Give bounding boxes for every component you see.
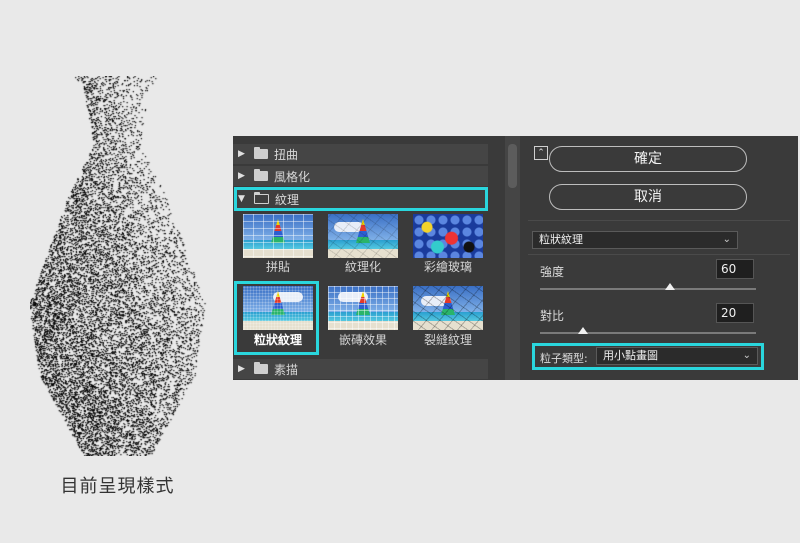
folder-label: 素描: [274, 362, 299, 377]
collapsed-triangle-icon: ▶: [238, 364, 245, 374]
collapse-gallery-icon[interactable]: ⌃: [534, 146, 548, 160]
filter-gallery-dialog: ▶ 扭曲 ▶ 風格化 ▼ 紋理 拼貼 紋理化 彩繪玻璃 粒狀紋理 嵌磚效果 裂縫…: [233, 136, 798, 380]
grain-type-dropdown[interactable]: 用小點畫圖 ⌄: [596, 347, 758, 365]
grain-type-value: 用小點畫圖: [603, 349, 658, 362]
cancel-button[interactable]: 取消: [549, 184, 747, 210]
filter-thumb-grain[interactable]: [243, 286, 313, 330]
folder-label: 紋理: [275, 192, 300, 207]
collapsed-triangle-icon: ▶: [238, 171, 245, 181]
grain-type-label: 粒子類型:: [540, 352, 588, 365]
chevron-down-icon: ⌄: [742, 350, 751, 361]
filter-list-scrollbar[interactable]: [505, 136, 520, 380]
folder-stylize[interactable]: ▶ 風格化: [233, 166, 488, 186]
filter-thumb-stained-glass[interactable]: [413, 214, 483, 258]
filter-thumb-craquelure[interactable]: [413, 286, 483, 330]
filter-label-grain[interactable]: 粒狀紋理: [236, 331, 320, 348]
ok-button[interactable]: 確定: [549, 146, 747, 172]
folder-sketch[interactable]: ▶ 素描: [233, 359, 488, 379]
folder-icon: [254, 169, 268, 181]
folder-distort[interactable]: ▶ 扭曲: [233, 144, 488, 164]
expanded-triangle-icon: ▼: [238, 194, 245, 204]
divider: [528, 254, 790, 255]
chevron-down-icon: ⌄: [722, 234, 731, 245]
intensity-input[interactable]: 60: [716, 259, 754, 279]
folder-icon: [254, 362, 268, 374]
contrast-input[interactable]: 20: [716, 303, 754, 323]
contrast-slider-thumb[interactable]: [578, 327, 589, 334]
divider: [528, 220, 790, 221]
folder-label: 扭曲: [274, 147, 299, 162]
contrast-slider-track[interactable]: [540, 327, 756, 334]
filter-label-texturizer[interactable]: 紋理化: [321, 258, 405, 275]
settings-pane: ⌃ 確定 取消 粒狀紋理 ⌄ 強度 60 對比 20 粒子類型: 用小點畫圖 ⌄: [520, 136, 798, 380]
folder-label: 風格化: [274, 169, 311, 184]
open-folder-icon: [254, 192, 269, 204]
filter-thumb-mosaic-tiles[interactable]: [328, 286, 398, 330]
filter-thumb-patchwork[interactable]: [243, 214, 313, 258]
filter-select-value: 粒狀紋理: [539, 233, 583, 246]
contrast-label: 對比: [540, 309, 565, 323]
filter-label-craquelure[interactable]: 裂縫紋理: [406, 331, 490, 348]
collapsed-triangle-icon: ▶: [238, 149, 245, 159]
intensity-slider-track[interactable]: [540, 283, 756, 290]
vase-stipple-canvas: [30, 76, 210, 456]
folder-icon: [254, 147, 268, 159]
filter-label-patchwork[interactable]: 拼貼: [236, 258, 320, 275]
folder-texture[interactable]: ▼ 紋理: [233, 189, 488, 209]
intensity-label: 強度: [540, 265, 565, 279]
filter-list-pane: ▶ 扭曲 ▶ 風格化 ▼ 紋理 拼貼 紋理化 彩繪玻璃 粒狀紋理 嵌磚效果 裂縫…: [233, 136, 505, 380]
filter-thumb-texturizer[interactable]: [328, 214, 398, 258]
filter-label-stained-glass[interactable]: 彩繪玻璃: [406, 258, 490, 275]
intensity-slider-thumb[interactable]: [664, 283, 675, 290]
filter-select-dropdown[interactable]: 粒狀紋理 ⌄: [532, 231, 738, 249]
filter-label-mosaic-tiles[interactable]: 嵌磚效果: [321, 331, 405, 348]
scrollbar-thumb[interactable]: [508, 144, 517, 188]
current-style-caption: 目前呈現樣式: [60, 476, 175, 497]
vase-illustration: [30, 76, 210, 456]
